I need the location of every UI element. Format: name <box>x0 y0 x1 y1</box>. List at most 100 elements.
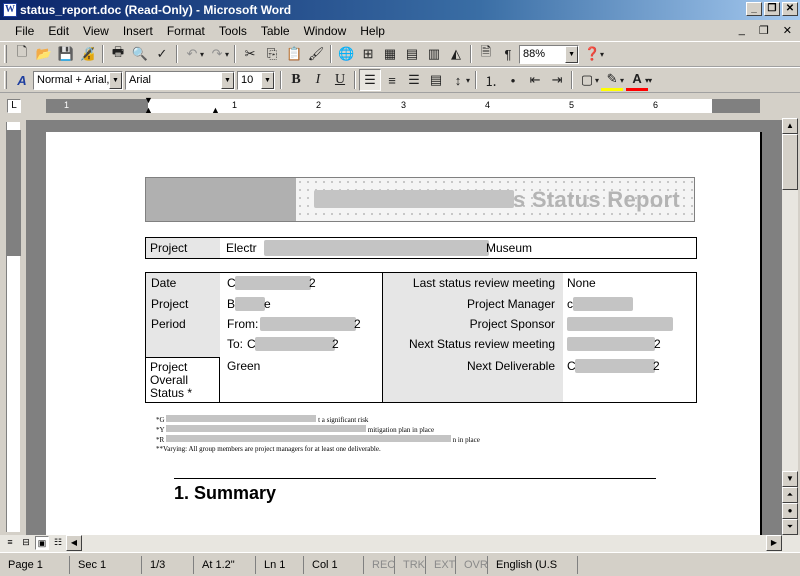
align-center-icon[interactable]: ≡ <box>381 69 403 91</box>
doc-restore-button[interactable]: ❐ <box>759 24 769 37</box>
menu-window[interactable]: Window <box>297 24 354 38</box>
font-select[interactable]: Arial ▼ <box>125 70 235 90</box>
increase-indent-icon[interactable]: ⇥ <box>546 69 568 91</box>
horizontal-scrollbar[interactable]: ≡ ⊟ ▣ ☷ ◀ ▶ <box>0 535 800 552</box>
normal-view-icon[interactable]: ≡ <box>3 536 17 550</box>
paste-icon[interactable]: 📋 <box>283 43 305 65</box>
separator <box>470 45 473 63</box>
font-size-select[interactable]: 10 ▼ <box>237 70 275 90</box>
status-ovr[interactable]: OVR <box>456 555 488 574</box>
restore-button[interactable]: ❐ <box>764 2 780 16</box>
first-line-indent-marker[interactable]: ▼ <box>144 95 153 105</box>
menu-edit[interactable]: Edit <box>41 24 76 38</box>
insert-excel-icon[interactable]: ▤ <box>401 43 423 65</box>
outline-view-icon[interactable]: ☷ <box>51 536 65 550</box>
decrease-indent-icon[interactable]: ⇤ <box>524 69 546 91</box>
print-icon[interactable]: 🖶 <box>107 43 129 65</box>
scroll-thumb[interactable] <box>782 134 798 190</box>
title-bar: W status_report.doc (Read-Only) - Micros… <box>0 0 800 20</box>
scroll-down-icon[interactable]: ▼ <box>782 471 798 487</box>
undo-dropdown-icon[interactable]: ▾ <box>200 50 204 59</box>
drawing-icon[interactable]: ◭ <box>445 43 467 65</box>
toolbar-grip[interactable] <box>4 71 7 89</box>
chevron-down-icon[interactable]: ▼ <box>221 71 234 89</box>
document-map-icon[interactable]: 🗎 <box>475 43 497 65</box>
toolbar-options-icon[interactable]: ▾ <box>648 76 652 85</box>
legend-line: **Varying: All group members are project… <box>156 445 381 453</box>
chevron-down-icon[interactable]: ▼ <box>261 71 274 89</box>
print-layout-icon[interactable]: ▣ <box>35 536 49 550</box>
styles-formatting-icon[interactable]: A <box>11 69 33 91</box>
separator <box>234 45 237 63</box>
previous-page-icon[interactable]: ⏶ <box>782 487 798 503</box>
new-document-icon[interactable]: 🗋 <box>11 43 33 65</box>
line-spacing-dropdown-icon[interactable]: ▾ <box>466 76 470 85</box>
window-title: status_report.doc (Read-Only) - Microsof… <box>20 3 292 17</box>
highlight-dropdown-icon[interactable]: ▾ <box>620 76 624 85</box>
open-folder-icon[interactable]: 📂 <box>33 43 55 65</box>
columns-icon[interactable]: ▥ <box>423 43 445 65</box>
status-ext[interactable]: EXT <box>426 555 456 574</box>
minimize-button[interactable]: _ <box>746 2 762 16</box>
menu-table[interactable]: Table <box>254 24 297 38</box>
next-deliverable-value-end: 2 <box>653 359 660 373</box>
style-select[interactable]: Normal + Arial, ▼ <box>33 70 123 90</box>
status-trk[interactable]: TRK <box>395 555 426 574</box>
chevron-down-icon[interactable]: ▼ <box>565 45 579 63</box>
toolbar-grip[interactable] <box>4 45 7 63</box>
bold-button[interactable]: B <box>285 69 307 91</box>
zoom-select[interactable]: 88% ▼ <box>519 44 580 64</box>
horizontal-ruler[interactable]: 1 1 2 3 4 5 6 ▼ ▲ ▲ <box>46 95 760 115</box>
align-left-icon[interactable]: ☰ <box>359 69 381 91</box>
scroll-left-icon[interactable]: ◀ <box>66 535 82 551</box>
numbering-icon[interactable]: ⒈ <box>480 69 502 91</box>
print-preview-icon[interactable]: 🔍 <box>129 43 151 65</box>
show-hide-icon[interactable]: ¶ <box>497 43 519 65</box>
doc-close-button[interactable]: ✕ <box>783 24 792 37</box>
scroll-right-icon[interactable]: ▶ <box>766 535 782 551</box>
cut-icon[interactable]: ✂ <box>239 43 261 65</box>
word-app-icon[interactable]: W <box>3 3 17 17</box>
close-button[interactable]: ✕ <box>782 2 798 16</box>
scroll-up-icon[interactable]: ▲ <box>782 118 798 134</box>
status-language: English (U.S <box>488 555 578 574</box>
align-right-icon[interactable]: ☰ <box>403 69 425 91</box>
insert-table-icon[interactable]: ▦ <box>379 43 401 65</box>
ruler-number: 5 <box>569 100 575 110</box>
menu-view[interactable]: View <box>76 24 116 38</box>
zoom-value: 88% <box>523 48 546 60</box>
menu-insert[interactable]: Insert <box>116 24 160 38</box>
project-value-start: Electr <box>226 241 257 255</box>
borders-dropdown-icon[interactable]: ▾ <box>595 76 599 85</box>
tab-selector[interactable]: L <box>7 99 21 113</box>
format-painter-icon[interactable]: 🖌 <box>305 43 327 65</box>
document-area[interactable]: s Status Report Project Electr Museum Pr… <box>26 120 782 535</box>
justify-icon[interactable]: ▤ <box>425 69 447 91</box>
menu-format[interactable]: Format <box>160 24 212 38</box>
doc-minimize-button[interactable]: _ <box>739 24 745 37</box>
document-page[interactable]: s Status Report Project Electr Museum Pr… <box>46 132 762 535</box>
menu-file[interactable]: File <box>8 24 41 38</box>
right-indent-marker[interactable]: ▲ <box>211 105 220 115</box>
menu-help[interactable]: Help <box>353 24 392 38</box>
copy-icon[interactable]: ⎘ <box>261 43 283 65</box>
chevron-down-icon[interactable]: ▼ <box>109 71 122 89</box>
underline-button[interactable]: U <box>329 69 351 91</box>
italic-button[interactable]: I <box>307 69 329 91</box>
hanging-indent-marker[interactable]: ▲ <box>144 105 153 115</box>
toolbar-options-icon[interactable]: ▾ <box>600 50 604 59</box>
redo-dropdown-icon[interactable]: ▾ <box>225 50 229 59</box>
next-page-icon[interactable]: ⏷ <box>782 519 798 535</box>
menu-tools[interactable]: Tools <box>212 24 254 38</box>
vertical-scrollbar[interactable]: ▲ ▼ ⏶ ● ⏷ <box>782 118 798 535</box>
bullets-icon[interactable]: • <box>502 69 524 91</box>
hyperlink-icon[interactable]: 🌐 <box>335 43 357 65</box>
status-rec[interactable]: REC <box>364 555 395 574</box>
permission-icon[interactable]: 🔏 <box>77 43 99 65</box>
select-browse-object-icon[interactable]: ● <box>782 503 798 519</box>
spelling-icon[interactable]: ✓ <box>151 43 173 65</box>
web-layout-icon[interactable]: ⊟ <box>19 536 33 550</box>
tables-borders-icon[interactable]: ⊞ <box>357 43 379 65</box>
save-icon[interactable]: 💾 <box>55 43 77 65</box>
vertical-ruler[interactable] <box>6 122 21 532</box>
